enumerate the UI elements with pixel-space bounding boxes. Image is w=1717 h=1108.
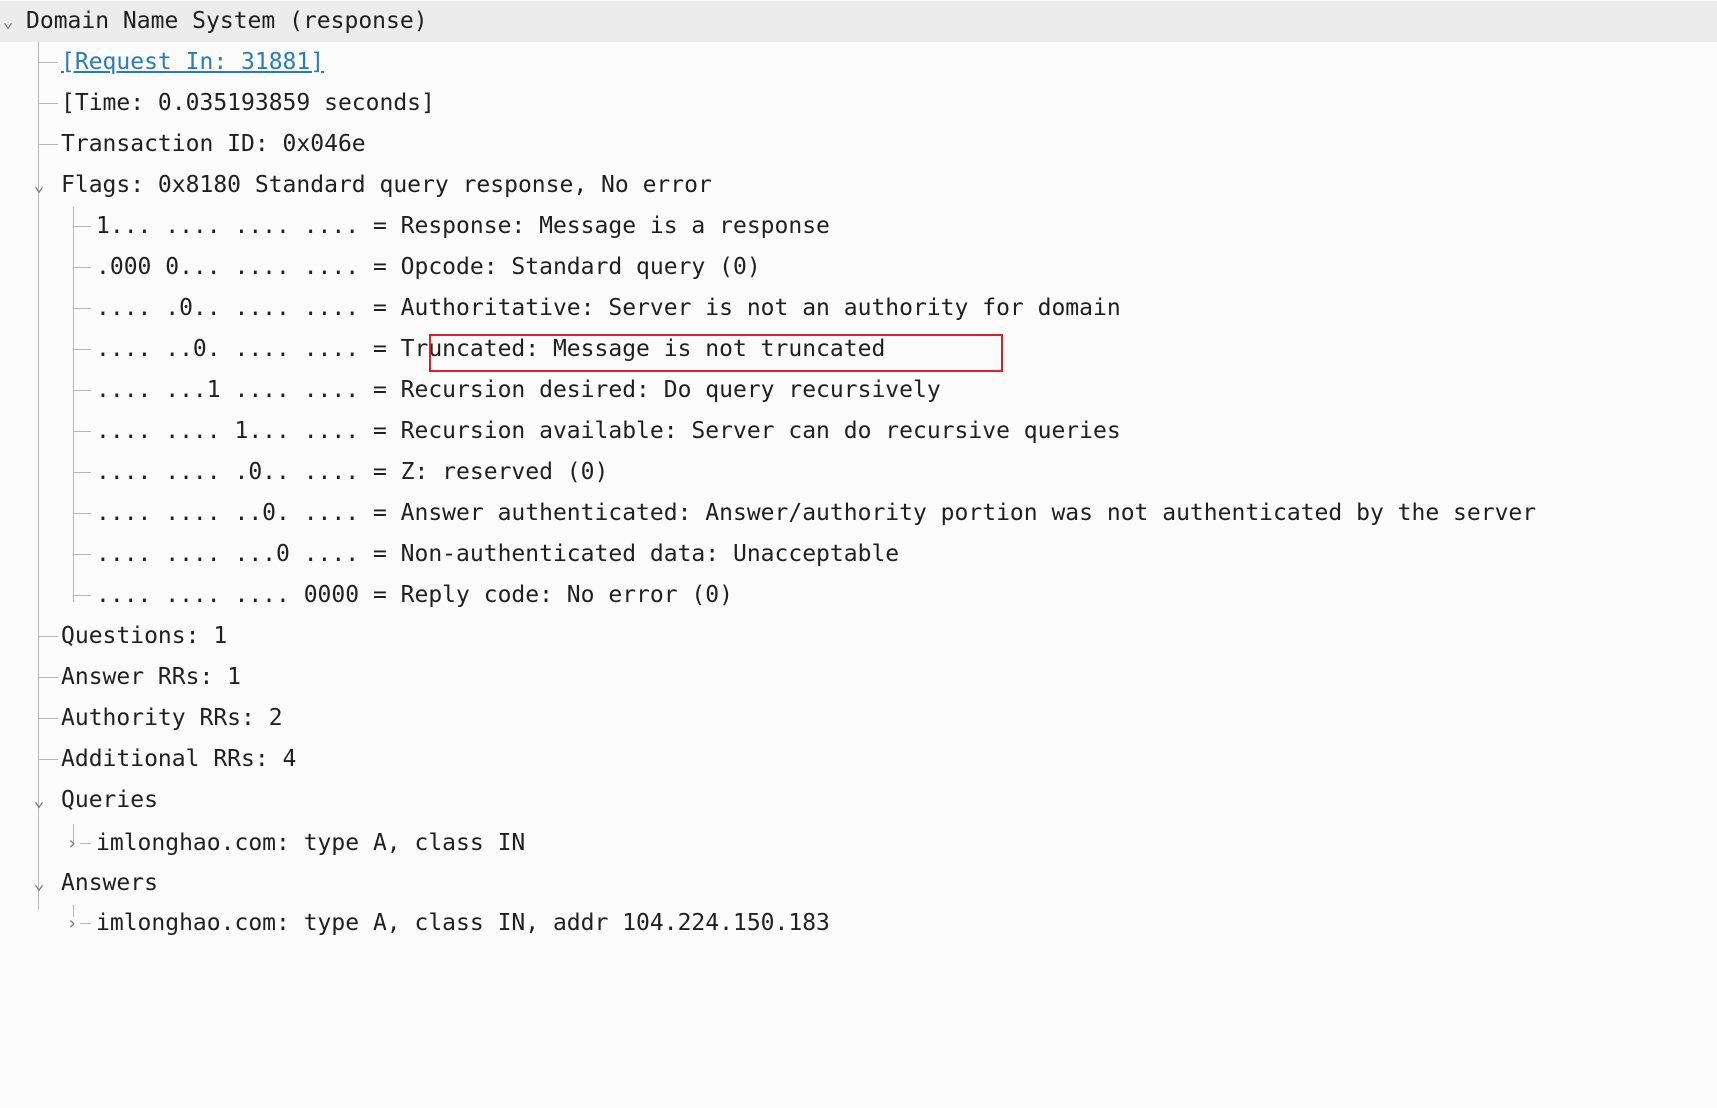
tree-item-label: imlonghao.com: type A, class IN <box>96 830 526 856</box>
tree-item-label: .... .... ...0 .... = Non-authenticated … <box>96 541 900 567</box>
tree-item-label: Answer RRs: 1 <box>61 664 242 690</box>
tree-item-label: Answers <box>61 870 158 896</box>
chevron-down-icon[interactable]: ⌄ <box>31 165 47 206</box>
tree-item-label: Queries <box>61 787 158 813</box>
tree-item-label: Questions: 1 <box>61 623 228 649</box>
truncated-highlight-box <box>429 334 1003 372</box>
tree-item-flag-reply-code[interactable]: .... .... .... 0000 = Reply code: No err… <box>0 575 1717 616</box>
tree-item-label: .... ...1 .... .... = Recursion desired:… <box>96 377 941 403</box>
tree-item-flag-authoritative[interactable]: .... .0.. .... .... = Authoritative: Ser… <box>0 288 1717 329</box>
tree-item-additional-rrs[interactable]: Additional RRs: 4 <box>0 739 1717 780</box>
tree-branch <box>73 349 91 350</box>
tree-item-flags[interactable]: ⌄ Flags: 0x8180 Standard query response,… <box>0 165 1717 206</box>
tree-item-time[interactable]: [Time: 0.035193859 seconds] <box>0 83 1717 124</box>
tree-item-authority-rrs[interactable]: Authority RRs: 2 <box>0 698 1717 739</box>
tree-item-flag-recursion-available[interactable]: .... .... 1... .... = Recursion availabl… <box>0 411 1717 452</box>
chevron-down-icon[interactable]: ⌄ <box>31 863 47 904</box>
tree-branch <box>38 718 58 719</box>
tree-item-label: 1... .... .... .... = Response: Message … <box>96 213 830 239</box>
tree-branch <box>38 62 58 63</box>
tree-branch <box>73 226 91 227</box>
tree-branch <box>38 636 58 637</box>
tree-item-flag-recursion-desired[interactable]: .... ...1 .... .... = Recursion desired:… <box>0 370 1717 411</box>
tree-item-transaction-id[interactable]: Transaction ID: 0x046e <box>0 124 1717 165</box>
tree-item-label: .000 0... .... .... = Opcode: Standard q… <box>96 254 761 280</box>
tree-item-label: .... .... .... 0000 = Reply code: No err… <box>96 582 733 608</box>
tree-item-label: Authority RRs: 2 <box>61 705 283 731</box>
chevron-down-icon[interactable]: ⌄ <box>0 1 16 42</box>
tree-item-label: .... .0.. .... .... = Authoritative: Ser… <box>96 295 1121 321</box>
tree-item-queries[interactable]: ⌄ Queries <box>0 780 1717 821</box>
tree-item-label: Domain Name System (response) <box>26 8 428 34</box>
tree-item-questions[interactable]: Questions: 1 <box>0 616 1717 657</box>
tree-branch <box>73 595 91 596</box>
tree-branch <box>38 759 58 760</box>
tree-branch <box>73 308 91 309</box>
tree-item-answer-0[interactable]: › imlonghao.com: type A, class IN, addr … <box>0 903 1717 944</box>
tree-item-query-0[interactable]: › imlonghao.com: type A, class IN <box>0 823 1717 864</box>
tree-item-label: Transaction ID: 0x046e <box>61 131 366 157</box>
tree-item-label: .... .... ..0. .... = Answer authenticat… <box>96 500 1537 526</box>
tree-item-flag-response[interactable]: 1... .... .... .... = Response: Message … <box>0 206 1717 247</box>
tree-item-flag-non-authenticated-data[interactable]: .... .... ...0 .... = Non-authenticated … <box>0 534 1717 575</box>
chevron-right-icon[interactable]: › <box>64 823 80 864</box>
tree-branch <box>80 843 91 844</box>
request-in-link[interactable]: [Request In: 31881] <box>61 42 324 83</box>
tree-item-flag-z[interactable]: .... .... .0.. .... = Z: reserved (0) <box>0 452 1717 493</box>
tree-branch <box>38 144 58 145</box>
tree-branch <box>38 103 58 104</box>
tree-branch <box>73 554 91 555</box>
tree-branch <box>73 267 91 268</box>
tree-item-dns-response[interactable]: ⌄ Domain Name System (response) <box>0 1 1717 42</box>
tree-item-flag-opcode[interactable]: .000 0... .... .... = Opcode: Standard q… <box>0 247 1717 288</box>
tree-item-answers[interactable]: ⌄ Answers <box>0 863 1717 904</box>
tree-item-label: Additional RRs: 4 <box>61 746 297 772</box>
tree-item-request-in[interactable]: [Request In: 31881] <box>0 42 1717 83</box>
tree-item-label: [Time: 0.035193859 seconds] <box>61 90 435 116</box>
tree-branch <box>73 472 91 473</box>
tree-item-label: Flags: 0x8180 Standard query response, N… <box>61 172 712 198</box>
chevron-right-icon[interactable]: › <box>64 903 80 944</box>
tree-branch <box>80 923 91 924</box>
tree-item-label: .... .... 1... .... = Recursion availabl… <box>96 418 1121 444</box>
tree-item-answer-rrs[interactable]: Answer RRs: 1 <box>0 657 1717 698</box>
chevron-down-icon[interactable]: ⌄ <box>31 780 47 821</box>
tree-branch <box>38 677 58 678</box>
tree-item-label: .... .... .0.. .... = Z: reserved (0) <box>96 459 609 485</box>
tree-item-flag-answer-authenticated[interactable]: .... .... ..0. .... = Answer authenticat… <box>0 493 1717 534</box>
tree-item-label: imlonghao.com: type A, class IN, addr 10… <box>96 910 830 936</box>
tree-branch <box>73 513 91 514</box>
packet-details-tree: ⌄ Domain Name System (response) [Request… <box>0 0 1717 936</box>
tree-branch <box>73 390 91 391</box>
tree-branch <box>73 431 91 432</box>
